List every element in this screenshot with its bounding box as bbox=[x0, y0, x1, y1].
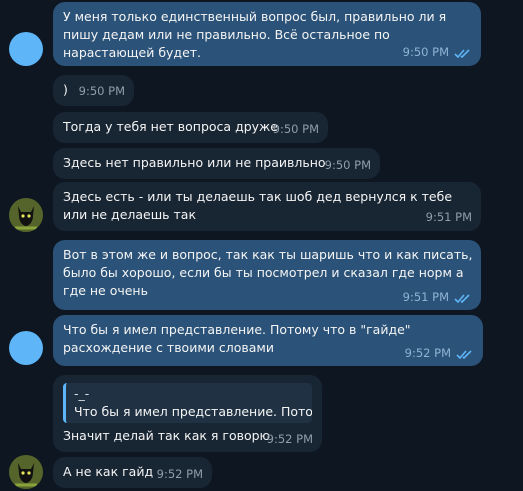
message-bubble[interactable]: -_- Что бы я имел представление. Пото...… bbox=[53, 375, 322, 452]
avatar[interactable] bbox=[9, 331, 43, 365]
double-check-icon bbox=[454, 294, 470, 304]
message-time: 9:50 PM bbox=[78, 84, 125, 98]
message-time: 9:52 PM bbox=[404, 346, 451, 360]
message-bubble[interactable]: А не как гайд 9:52 PM bbox=[53, 457, 212, 488]
message-bubble[interactable]: Что бы я имел представление. Потому что … bbox=[53, 315, 483, 366]
message-text: Здесь есть - или ты делаешь так шоб дед … bbox=[63, 189, 453, 222]
reply-quote[interactable]: -_- Что бы я имел представление. Пото... bbox=[63, 383, 312, 423]
message-time: 9:50 PM bbox=[324, 158, 371, 172]
message-time: 9:50 PM bbox=[272, 122, 319, 136]
avatar[interactable] bbox=[9, 455, 43, 489]
message-time: 9:51 PM bbox=[425, 210, 472, 224]
quote-text: Что бы я имел представление. Пото... bbox=[74, 404, 312, 419]
double-check-icon bbox=[454, 49, 470, 59]
quote-author: -_- bbox=[74, 386, 90, 401]
message-time: 9:52 PM bbox=[156, 467, 203, 481]
message-time: 9:50 PM bbox=[402, 45, 449, 59]
cat-avatar-icon bbox=[9, 198, 43, 232]
message-bubble[interactable]: Вот в этом же и вопрос, так как ты шариш… bbox=[53, 240, 481, 310]
message-bubble[interactable]: ) 9:50 PM bbox=[53, 75, 134, 106]
double-check-icon bbox=[456, 350, 472, 360]
avatar[interactable] bbox=[9, 198, 43, 232]
message-time: 9:51 PM bbox=[402, 290, 449, 304]
message-bubble[interactable]: У меня только единственный вопрос был, п… bbox=[53, 2, 481, 66]
avatar[interactable] bbox=[9, 32, 43, 66]
message-bubble[interactable]: Здесь есть - или ты делаешь так шоб дед … bbox=[53, 182, 481, 231]
message-time: 9:52 PM bbox=[266, 432, 313, 446]
message-text: Значит делай так как я говорю bbox=[63, 428, 271, 443]
cat-avatar-icon bbox=[9, 455, 43, 489]
message-bubble[interactable]: Тогда у тебя нет вопроса друже 9:50 PM bbox=[53, 112, 328, 143]
message-bubble[interactable]: Здесь нет правильно или не праивльно 9:5… bbox=[53, 148, 380, 179]
